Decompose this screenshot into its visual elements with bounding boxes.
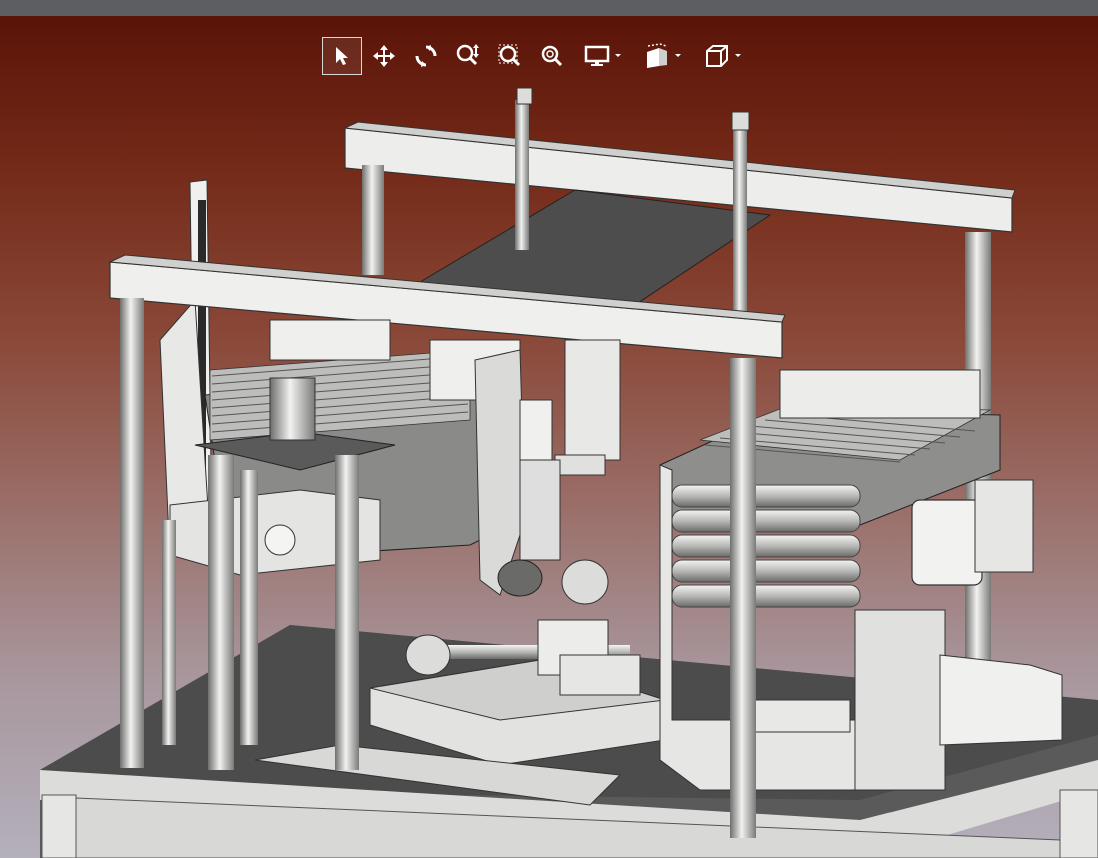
select-arrow-icon [336, 47, 348, 65]
right-wheel [561, 559, 609, 605]
post-front-6 [730, 358, 756, 838]
chevron-down-icon [615, 54, 621, 57]
window-titlebar [0, 0, 1098, 16]
3d-viewport[interactable] [0, 16, 1098, 858]
zoom-dynamic-icon [456, 44, 479, 66]
section-view-icon [647, 43, 667, 68]
select-tool-button[interactable] [322, 37, 362, 75]
display-mode-button[interactable] [574, 37, 632, 75]
left-wheel [405, 634, 451, 676]
post-rear-4-cap [731, 111, 750, 131]
table-leg-right [1059, 789, 1098, 858]
gripper-arm [474, 349, 526, 596]
view-toolbar [322, 36, 752, 76]
post-rear-4 [733, 125, 747, 325]
cad-model[interactable] [0, 16, 1098, 858]
rotate-icon [415, 45, 437, 67]
post-rear-3-cap [516, 87, 533, 105]
chevron-down-icon [675, 54, 681, 57]
section-view-button[interactable] [634, 37, 692, 75]
post-front-1 [120, 298, 144, 768]
table-leg-left [41, 794, 77, 858]
left-cylinder [269, 377, 316, 441]
zoom-dynamic-button[interactable] [448, 37, 488, 75]
zoom-window-button[interactable] [490, 37, 530, 75]
post-front-3 [240, 470, 258, 745]
center-column [564, 339, 621, 461]
post-front-2 [208, 455, 234, 770]
post-front-4 [335, 455, 359, 770]
pan-move-icon [373, 45, 395, 67]
view-cube-icon [706, 45, 728, 67]
motor-block [911, 499, 983, 586]
right-roller-stack [671, 484, 861, 608]
motor-housing [939, 654, 1063, 746]
pan-tool-button[interactable] [364, 37, 404, 75]
post-rear-3 [515, 100, 529, 250]
post-rear-1 [362, 165, 384, 275]
display-mode-icon [584, 45, 610, 66]
zoom-window-icon [498, 44, 521, 67]
zoom-fit-button[interactable] [532, 37, 572, 75]
chevron-down-icon [735, 54, 741, 57]
view-orientation-button[interactable] [694, 37, 752, 75]
center-roller [497, 559, 543, 597]
rotate-tool-button[interactable] [406, 37, 446, 75]
zoom-fit-icon [541, 45, 563, 67]
post-front-5 [162, 520, 176, 745]
